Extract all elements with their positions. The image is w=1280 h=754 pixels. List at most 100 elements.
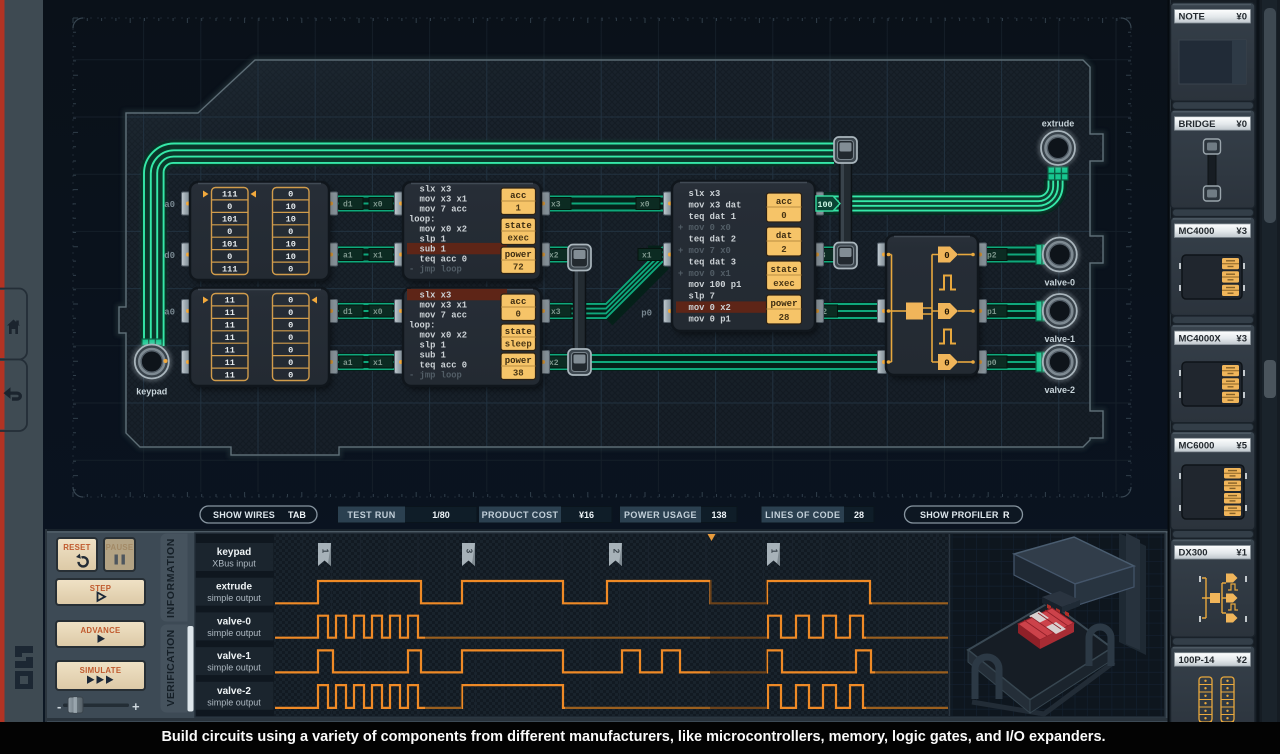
svg-text:p0: p0 [641, 309, 652, 319]
svg-text:XBus input: XBus input [212, 559, 256, 569]
svg-text:0: 0 [944, 308, 949, 318]
svg-text:1: 1 [770, 549, 779, 554]
svg-text:sub 1: sub 1 [409, 245, 446, 255]
svg-text:72: 72 [513, 263, 524, 273]
svg-text:teq dat 3: teq dat 3 [678, 257, 736, 267]
svg-text:valve-1: valve-1 [217, 651, 251, 662]
svg-text:BRIDGE: BRIDGE [1179, 119, 1216, 130]
svg-text:1: 1 [516, 204, 522, 214]
svg-text:LINES OF CODE: LINES OF CODE [765, 510, 840, 520]
svg-text:teq acc 0: teq acc 0 [409, 255, 467, 265]
svg-text:0: 0 [944, 251, 949, 261]
svg-text:state: state [770, 265, 797, 275]
svg-text:0: 0 [288, 358, 293, 368]
svg-text:MC6000: MC6000 [1179, 441, 1215, 452]
svg-text:+ mov 7 x0: + mov 7 x0 [678, 246, 731, 256]
svg-text:0: 0 [288, 308, 293, 318]
svg-text:0: 0 [288, 333, 293, 343]
svg-text:38: 38 [513, 369, 524, 379]
svg-text:11: 11 [225, 296, 235, 306]
svg-text:keypad: keypad [136, 387, 167, 397]
svg-text:extrude: extrude [216, 582, 253, 593]
svg-text:1: 1 [321, 549, 330, 554]
svg-text:11: 11 [225, 358, 235, 368]
svg-text:x3: x3 [551, 308, 561, 317]
svg-text:0: 0 [227, 252, 232, 262]
svg-text:slx x3: slx x3 [678, 189, 720, 199]
svg-text:acc: acc [776, 197, 792, 207]
svg-text:x3: x3 [551, 201, 561, 210]
svg-text:SHOW WIRES: SHOW WIRES [213, 510, 275, 520]
svg-text:0: 0 [288, 264, 293, 274]
svg-text:valve-0: valve-0 [1045, 278, 1076, 288]
svg-text:0: 0 [227, 227, 232, 237]
svg-text:keypad: keypad [217, 547, 251, 558]
svg-text:R: R [1003, 510, 1010, 520]
svg-text:loop:: loop: [409, 321, 435, 331]
svg-text:valve-0: valve-0 [217, 616, 251, 627]
svg-text:¥5: ¥5 [1236, 441, 1247, 452]
svg-text:0: 0 [516, 310, 521, 320]
svg-text:0: 0 [781, 211, 786, 221]
svg-text:-: - [57, 699, 61, 714]
svg-text:¥16: ¥16 [579, 510, 594, 520]
svg-text:POWER USAGE: POWER USAGE [624, 510, 697, 520]
svg-text:101: 101 [222, 215, 237, 225]
svg-text:DX300: DX300 [1179, 548, 1208, 559]
svg-text:INFORMATION: INFORMATION [165, 538, 177, 618]
svg-text:0: 0 [288, 321, 293, 331]
svg-text:11: 11 [225, 308, 235, 318]
svg-text:mov x3 dat: mov x3 dat [678, 200, 741, 210]
svg-text:0: 0 [227, 202, 232, 212]
svg-text:simple output: simple output [207, 628, 261, 638]
svg-text:x0: x0 [640, 201, 650, 210]
svg-text:a0: a0 [164, 308, 175, 318]
svg-text:mov x0 x2: mov x0 x2 [409, 331, 467, 341]
svg-text:slp 7: slp 7 [678, 292, 715, 302]
svg-text:valve-2: valve-2 [217, 686, 251, 697]
svg-text:11: 11 [225, 370, 235, 380]
svg-text:138: 138 [711, 510, 726, 520]
svg-text:10: 10 [286, 202, 296, 212]
svg-text:0: 0 [288, 190, 293, 200]
svg-text:slx x3: slx x3 [409, 185, 451, 195]
svg-text:simple output: simple output [207, 593, 261, 603]
svg-text:11: 11 [225, 345, 235, 355]
svg-text:2: 2 [612, 549, 621, 554]
svg-text:- jmp loop: - jmp loop [409, 371, 462, 381]
svg-text:PRODUCT COST: PRODUCT COST [482, 510, 559, 520]
svg-text:sleep: sleep [505, 340, 532, 350]
svg-text:100: 100 [817, 200, 832, 210]
svg-text:simple output: simple output [207, 697, 261, 707]
svg-text:slp 1: slp 1 [409, 341, 446, 351]
svg-text:11: 11 [225, 321, 235, 331]
svg-text:¥0: ¥0 [1236, 12, 1247, 23]
svg-text:teq dat 2: teq dat 2 [678, 235, 736, 245]
svg-text:100P-14: 100P-14 [1179, 655, 1216, 666]
svg-text:dat: dat [776, 231, 792, 241]
svg-text:VERIFICATION: VERIFICATION [165, 630, 177, 707]
svg-text:SHOW PROFILER: SHOW PROFILER [920, 510, 999, 520]
svg-text:sub 1: sub 1 [409, 351, 446, 361]
svg-text:PAUSE: PAUSE [106, 543, 134, 552]
svg-text:0: 0 [288, 345, 293, 355]
svg-text:power: power [505, 356, 532, 366]
svg-text:mov x3 x1: mov x3 x1 [409, 195, 467, 205]
svg-text:x2: x2 [549, 252, 559, 261]
svg-text:MC4000: MC4000 [1179, 226, 1215, 237]
svg-text:101: 101 [222, 239, 237, 249]
svg-text:TEST RUN: TEST RUN [347, 510, 395, 520]
svg-text:x1: x1 [642, 252, 652, 261]
svg-text:¥0: ¥0 [1236, 119, 1247, 130]
svg-text:a1: a1 [343, 359, 353, 368]
svg-text:mov 7 acc: mov 7 acc [409, 205, 467, 215]
svg-text:10: 10 [286, 215, 296, 225]
svg-text:- jmp loop: - jmp loop [409, 265, 462, 275]
svg-text:teq dat 1: teq dat 1 [678, 212, 736, 222]
svg-text:MC4000X: MC4000X [1179, 333, 1222, 344]
svg-text:10: 10 [286, 252, 296, 262]
svg-text:x0: x0 [373, 308, 383, 317]
svg-text:teq acc 0: teq acc 0 [409, 361, 467, 371]
svg-text:state: state [505, 327, 532, 337]
svg-text:p1: p1 [987, 308, 997, 317]
